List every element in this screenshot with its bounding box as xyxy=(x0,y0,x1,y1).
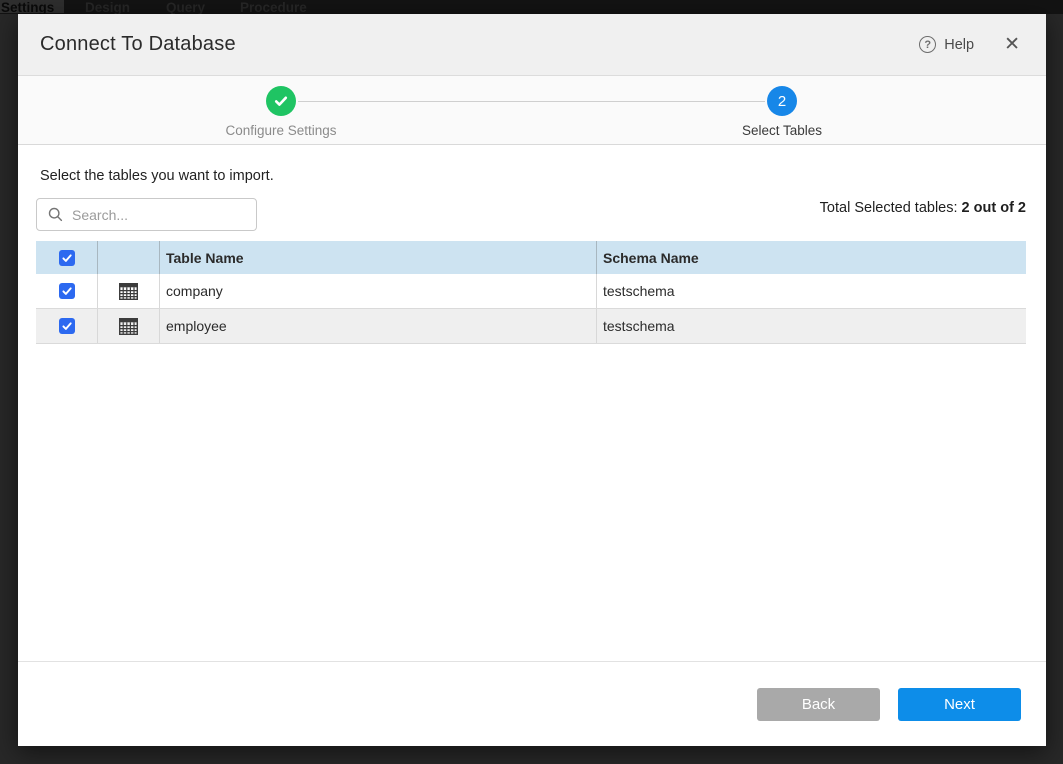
table-grid-icon xyxy=(119,283,138,300)
row-icon-cell xyxy=(98,309,160,343)
table-row[interactable]: company testschema xyxy=(36,274,1026,309)
row-checkbox-cell xyxy=(36,309,98,343)
selected-tables-summary: Total Selected tables: 2 out of 2 xyxy=(820,200,1026,216)
instruction-text: Select the tables you want to import. xyxy=(40,168,274,184)
search-input[interactable] xyxy=(72,207,242,223)
row-icon-cell xyxy=(98,274,160,308)
dialog-footer: Back Next xyxy=(18,661,1046,746)
tables-list: Table Name Schema Name xyxy=(36,241,1026,344)
check-icon xyxy=(61,252,73,264)
tables-header-row: Table Name Schema Name xyxy=(36,241,1026,274)
help-label: Help xyxy=(944,37,974,53)
header-icon-cell xyxy=(98,241,160,274)
wizard-stepper: 2 Configure Settings Select Tables xyxy=(18,76,1046,145)
schema-name-cell: testschema xyxy=(597,309,1026,343)
column-header-table-name[interactable]: Table Name xyxy=(160,241,597,274)
background-tab-procedure[interactable]: Procedure xyxy=(240,0,307,14)
step-1-label: Configure Settings xyxy=(171,123,391,138)
schema-name-cell: testschema xyxy=(597,274,1026,308)
table-name-cell: company xyxy=(160,274,597,308)
header-select-all-cell xyxy=(36,241,98,274)
check-icon xyxy=(61,320,73,332)
table-name-cell: employee xyxy=(160,309,597,343)
connect-to-database-dialog: Connect To Database ? Help ✕ 2 Configure… xyxy=(18,14,1046,746)
help-icon: ? xyxy=(919,36,936,53)
check-icon xyxy=(61,285,73,297)
row-checkbox-cell xyxy=(36,274,98,308)
check-icon xyxy=(273,93,289,109)
selected-tables-summary-label: Total Selected tables: xyxy=(820,200,962,216)
header-actions: ? Help ✕ xyxy=(919,35,1020,54)
background-tab-design[interactable]: Design xyxy=(85,0,130,14)
row-checkbox[interactable] xyxy=(59,283,75,299)
step-2-label: Select Tables xyxy=(672,123,892,138)
select-all-checkbox[interactable] xyxy=(59,250,75,266)
next-button[interactable]: Next xyxy=(898,688,1021,721)
dialog-title: Connect To Database xyxy=(40,33,236,56)
table-grid-icon xyxy=(119,318,138,335)
dialog-header: Connect To Database ? Help ✕ xyxy=(18,14,1046,76)
background-tab-bar: Settings Design Query Procedure xyxy=(0,0,1063,14)
close-icon[interactable]: ✕ xyxy=(1004,35,1020,54)
step-connector-line xyxy=(298,101,765,102)
column-header-schema-name[interactable]: Schema Name xyxy=(597,241,1026,274)
step-1-complete-icon[interactable] xyxy=(266,86,296,116)
search-icon xyxy=(48,207,63,222)
background-tab-query[interactable]: Query xyxy=(166,0,205,14)
step-2-number-badge[interactable]: 2 xyxy=(767,86,797,116)
help-button[interactable]: ? Help xyxy=(919,36,974,53)
search-box[interactable] xyxy=(36,198,257,231)
back-button[interactable]: Back xyxy=(757,688,880,721)
table-row[interactable]: employee testschema xyxy=(36,309,1026,344)
background-tab-settings[interactable]: Settings xyxy=(0,0,64,13)
row-checkbox[interactable] xyxy=(59,318,75,334)
selected-tables-summary-value: 2 out of 2 xyxy=(962,200,1026,216)
